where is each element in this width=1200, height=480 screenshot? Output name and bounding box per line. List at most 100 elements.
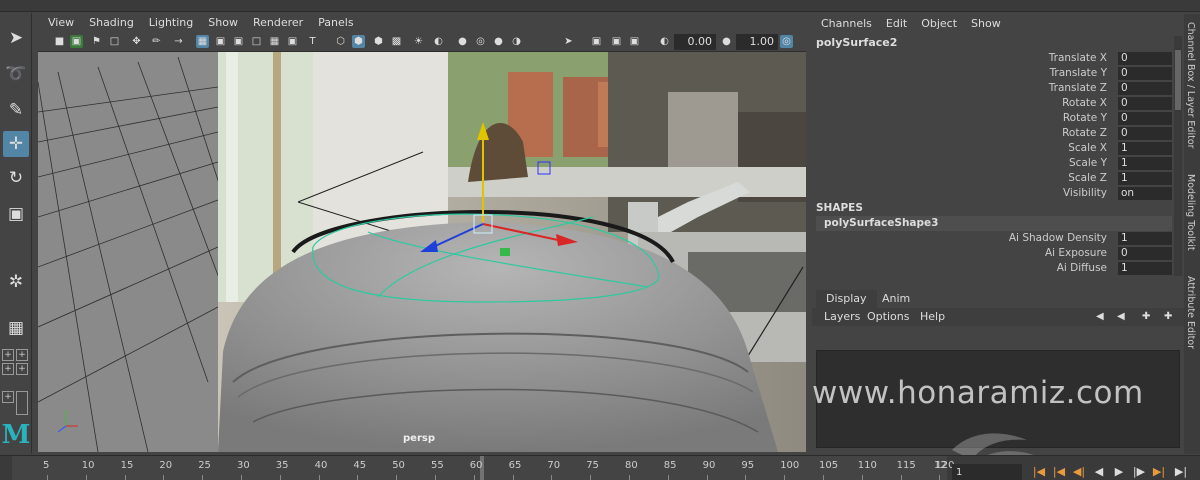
new-layer-icon[interactable]: ✚ bbox=[1142, 308, 1154, 322]
grease-pencil-icon[interactable]: ✏ bbox=[150, 35, 163, 48]
attr-row-translate-x[interactable]: Translate X 0 bbox=[812, 51, 1172, 66]
grid-icon[interactable]: ▦ bbox=[196, 35, 209, 48]
wireframe-icon[interactable]: ⬡ bbox=[334, 35, 347, 48]
isolate-select-icon[interactable]: ➤ bbox=[562, 35, 575, 48]
camera-select-icon[interactable]: ■ bbox=[53, 35, 66, 48]
layout-side-icon[interactable]: + bbox=[2, 391, 14, 403]
move-tool-icon[interactable]: ✛ bbox=[3, 131, 29, 157]
layout-four-b-icon[interactable]: + bbox=[16, 349, 28, 361]
camera-attributes-icon[interactable]: ▣ bbox=[70, 35, 83, 48]
menu-edit[interactable]: Edit bbox=[886, 14, 907, 34]
attr-value-field[interactable]: 1 bbox=[1118, 142, 1172, 155]
play-backward-icon[interactable]: ◀ bbox=[1090, 464, 1108, 480]
step-back-key-icon[interactable]: |◀ bbox=[1050, 464, 1068, 480]
snap-tool-icon[interactable]: ✲ bbox=[3, 269, 29, 295]
film-gate-icon[interactable]: ▣ bbox=[214, 35, 227, 48]
wireframe-on-shaded-icon[interactable]: ⬢ bbox=[372, 35, 385, 48]
menu-channels[interactable]: Channels bbox=[821, 14, 872, 34]
anti-aliasing-icon[interactable]: ● bbox=[492, 35, 505, 48]
menu-help[interactable]: Help bbox=[920, 308, 945, 326]
tab-anim[interactable]: Anim bbox=[872, 290, 920, 308]
exposure-field[interactable]: 0.00 bbox=[674, 34, 716, 50]
attr-row-scale-z[interactable]: Scale Z 1 bbox=[812, 171, 1172, 186]
layout-four-icon[interactable]: + bbox=[2, 349, 14, 361]
depth-of-field-icon[interactable]: ◑ bbox=[510, 35, 523, 48]
scale-tool-icon[interactable]: ▣ bbox=[3, 201, 29, 227]
attr-value-field[interactable]: 1 bbox=[1118, 232, 1172, 245]
attr-value-field[interactable]: 1 bbox=[1118, 172, 1172, 185]
go-to-start-icon[interactable]: |◀ bbox=[1030, 464, 1048, 480]
select-tool-icon[interactable]: ➤ bbox=[3, 25, 29, 51]
channel-box-scrollbar[interactable] bbox=[1174, 36, 1182, 276]
attr-value-field[interactable]: 0 bbox=[1118, 127, 1172, 140]
move-layer-down-icon[interactable]: ◀ bbox=[1117, 308, 1129, 322]
image-plane-icon[interactable]: □ bbox=[108, 35, 121, 48]
menu-object[interactable]: Object bbox=[921, 14, 957, 34]
gamma-field[interactable]: 1.00 bbox=[736, 34, 778, 50]
resolution-gate-icon[interactable]: ▣ bbox=[232, 35, 245, 48]
attr-row-scale-y[interactable]: Scale Y 1 bbox=[812, 156, 1172, 171]
attr-value-field[interactable]: 0 bbox=[1118, 52, 1172, 65]
two-d-pan-icon[interactable]: ✥ bbox=[130, 35, 143, 48]
attr-row-translate-z[interactable]: Translate Z 0 bbox=[812, 81, 1172, 96]
motion-blur-icon[interactable]: ◎ bbox=[474, 35, 487, 48]
color-management-icon[interactable]: ◎ bbox=[780, 35, 793, 48]
rotate-tool-icon[interactable]: ↻ bbox=[3, 165, 29, 191]
current-frame-field[interactable]: 1 bbox=[952, 464, 1022, 480]
tab-channel-box-layer-editor[interactable]: Channel Box / Layer Editor bbox=[1185, 22, 1196, 149]
go-to-end-icon[interactable]: ▶| bbox=[1172, 464, 1190, 480]
attr-row-scale-x[interactable]: Scale X 1 bbox=[812, 141, 1172, 156]
attr-value-field[interactable]: 1 bbox=[1118, 157, 1172, 170]
layout-single-icon[interactable]: ▦ bbox=[3, 315, 29, 341]
step-forward-frame-icon[interactable]: |▶ bbox=[1130, 464, 1148, 480]
xray-icon[interactable]: ▣ bbox=[590, 35, 603, 48]
attr-row-rotate-y[interactable]: Rotate Y 0 bbox=[812, 111, 1172, 126]
layout-two-b-icon[interactable]: + bbox=[16, 363, 28, 375]
attr-value-field[interactable]: on bbox=[1118, 187, 1172, 200]
use-all-lights-icon[interactable]: ☀ bbox=[412, 35, 425, 48]
safe-title-icon[interactable]: T bbox=[306, 35, 319, 48]
menu-shading[interactable]: Shading bbox=[89, 14, 134, 32]
attr-row-rotate-z[interactable]: Rotate Z 0 bbox=[812, 126, 1172, 141]
attr-value-field[interactable]: 0 bbox=[1118, 97, 1172, 110]
shape-node-row[interactable]: polySurfaceShape3 bbox=[816, 216, 1172, 231]
screen-space-ao-icon[interactable]: ● bbox=[456, 35, 469, 48]
step-back-frame-icon[interactable]: ◀| bbox=[1070, 464, 1088, 480]
gamma-icon[interactable]: ● bbox=[720, 35, 733, 48]
attr-value-field[interactable]: 0 bbox=[1118, 112, 1172, 125]
exposure-icon[interactable]: ◐ bbox=[658, 35, 671, 48]
menu-options[interactable]: Options bbox=[867, 308, 909, 326]
object-name[interactable]: polySurface2 bbox=[816, 36, 897, 49]
safe-action-icon[interactable]: ▣ bbox=[286, 35, 299, 48]
menu-show-cb[interactable]: Show bbox=[971, 14, 1001, 34]
menu-show[interactable]: Show bbox=[208, 14, 238, 32]
attr-value-field[interactable]: 1 bbox=[1118, 262, 1172, 275]
menu-view[interactable]: View bbox=[48, 14, 74, 32]
layout-two-icon[interactable]: + bbox=[2, 363, 14, 375]
play-forward-icon[interactable]: ▶ bbox=[1110, 464, 1128, 480]
attr-row-rotate-x[interactable]: Rotate X 0 bbox=[812, 96, 1172, 111]
attr-value-field[interactable]: 0 bbox=[1118, 247, 1172, 260]
attr-row-translate-y[interactable]: Translate Y 0 bbox=[812, 66, 1172, 81]
tab-attribute-editor[interactable]: Attribute Editor bbox=[1185, 276, 1196, 349]
new-layer-selected-icon[interactable]: ✚ bbox=[1164, 308, 1176, 322]
menu-lighting[interactable]: Lighting bbox=[149, 14, 193, 32]
bookmark-icon[interactable]: ⚑ bbox=[90, 35, 103, 48]
move-layer-up-icon[interactable]: ◀ bbox=[1096, 308, 1108, 322]
grease-pencil-b-icon[interactable]: → bbox=[172, 35, 185, 48]
xray-components-icon[interactable]: ▣ bbox=[628, 35, 641, 48]
paint-select-tool-icon[interactable]: ✎ bbox=[3, 97, 29, 123]
time-ruler[interactable]: 5 10 15 20 25 30 35 40 45 50 55 60 65 70 75 80 85 90 95 100… bbox=[12, 456, 954, 480]
scrollbar-thumb[interactable] bbox=[1175, 50, 1181, 110]
lasso-tool-icon[interactable]: ➰ bbox=[3, 61, 29, 87]
attr-value-field[interactable]: 0 bbox=[1118, 82, 1172, 95]
attr-row-ai-diffuse[interactable]: Ai Diffuse 1 bbox=[812, 261, 1172, 276]
menu-panels[interactable]: Panels bbox=[318, 14, 353, 32]
attr-row-ai-exposure[interactable]: Ai Exposure 0 bbox=[812, 246, 1172, 261]
xray-joints-icon[interactable]: ▣ bbox=[610, 35, 623, 48]
textured-icon[interactable]: ▩ bbox=[390, 35, 403, 48]
step-forward-key-icon[interactable]: ▶| bbox=[1150, 464, 1168, 480]
layout-side-b-icon[interactable] bbox=[16, 391, 28, 415]
attr-value-field[interactable]: 0 bbox=[1118, 67, 1172, 80]
smooth-shade-icon[interactable]: ⬢ bbox=[352, 35, 365, 48]
